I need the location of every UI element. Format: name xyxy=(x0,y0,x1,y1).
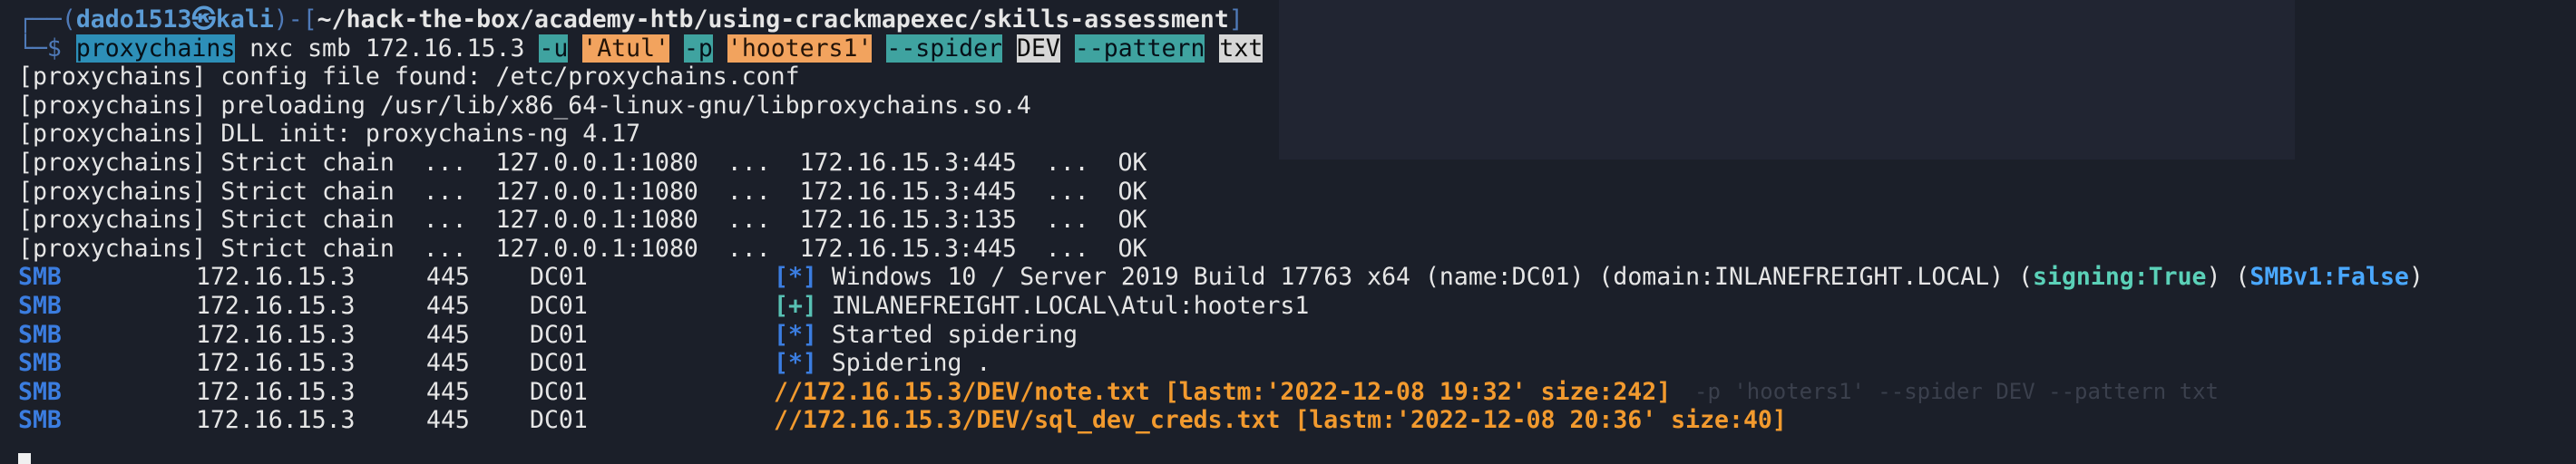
found-file: //172.16.15.3/DEV/note.txt [lastm:'2022-… xyxy=(774,377,1672,406)
cmd-spider: --spider xyxy=(886,34,1003,63)
smb-line: SMB 172.16.15.3 445 DC01 [*] Spidering . xyxy=(18,349,991,378)
cmd-nxc: nxc smb 172.16.15.3 xyxy=(235,34,540,63)
cmd-flag-u: -u xyxy=(539,34,569,63)
proxychains-line: [proxychains] Strict chain ... 127.0.0.1… xyxy=(18,148,1147,177)
proxychains-line: [proxychains] DLL init: proxychains-ng 4… xyxy=(18,120,641,149)
prompt-path: ~/hack-the-box/academy-htb/using-crackma… xyxy=(317,5,1229,34)
proxychains-line: [proxychains] preloading /usr/lib/x86_64… xyxy=(18,91,1031,120)
signing-value: signing:True xyxy=(2033,263,2207,292)
info-marker: [*] xyxy=(774,320,817,349)
info-marker: [*] xyxy=(774,263,817,292)
smb-line: SMB 172.16.15.3 445 DC01 [*] Started spideri… xyxy=(18,320,1078,349)
cursor-line[interactable] xyxy=(18,435,2576,464)
success-marker: [+] xyxy=(774,291,817,320)
proxychains-line: [proxychains] Strict chain ... 127.0.0.1… xyxy=(18,177,1147,206)
command-line[interactable]: └─$ proxychains nxc smb 172.16.15.3 -u '… xyxy=(18,34,2576,63)
smb-line: SMB 172.16.15.3 445 DC01 [+] INLANEFREIGHT.L… xyxy=(18,291,1310,320)
cmd-proxychains: proxychains xyxy=(75,34,236,63)
proxychains-line: [proxychains] Strict chain ... 127.0.0.1… xyxy=(18,234,1147,263)
smb-line: SMB 172.16.15.3 445 DC01 [*] Windows 10 / Se… xyxy=(18,263,2424,292)
prompt-host: kali xyxy=(215,5,274,34)
prompt-user: dado1513 xyxy=(75,5,192,34)
smbv1-value: SMBv1:False xyxy=(2249,263,2409,292)
cmd-share: DEV xyxy=(1016,34,1060,63)
terminal-output[interactable]: ┌──(dado1513㉿kali)-[~/hack-the-box/acade… xyxy=(0,0,2576,464)
cmd-password: 'hooters1' xyxy=(727,34,873,63)
cmd-user: 'Atul' xyxy=(582,34,669,63)
prompt-line: ┌──(dado1513㉿kali)-[~/hack-the-box/acade… xyxy=(18,5,1244,34)
cmd-pattern: --pattern xyxy=(1074,34,1205,63)
info-marker: [*] xyxy=(774,349,817,378)
cmd-flag-p: -p xyxy=(683,34,713,63)
proxychains-line: [proxychains] config file found: /etc/pr… xyxy=(18,63,800,92)
smb-line: SMB 172.16.15.3 445 DC01//172.16.15.3/DEV/s… xyxy=(18,406,1787,435)
proxychains-line: [proxychains] Strict chain ... 127.0.0.1… xyxy=(18,206,1147,235)
terminal-cursor xyxy=(18,452,31,464)
cmd-ext: txt xyxy=(1219,34,1264,63)
found-file: //172.16.15.3/DEV/sql_dev_creds.txt [las… xyxy=(774,406,1787,435)
smb-line: SMB 172.16.15.3 445 DC01//172.16.15.3/DEV/n… xyxy=(18,377,1672,406)
